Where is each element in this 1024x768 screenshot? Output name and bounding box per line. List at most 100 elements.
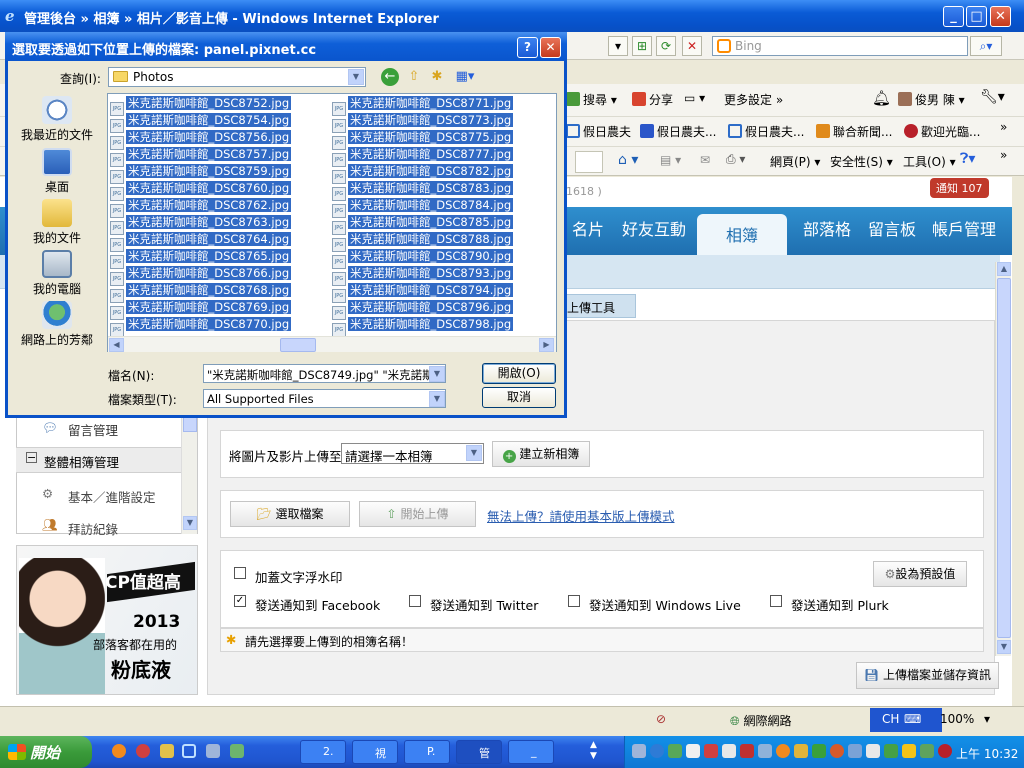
page-scrollbar[interactable]: ▲ ▼ <box>995 262 1011 656</box>
file-item[interactable]: JPG 米克諾斯咖啡館_DSC8798.jpg <box>332 316 514 337</box>
tray-icon[interactable] <box>938 744 952 758</box>
file-item[interactable]: JPG 米克諾斯咖啡館_DSC8768.jpg <box>110 282 292 303</box>
advertisement-banner[interactable]: CP值超高 2013 部落客都在用的 粉底液 <box>16 545 198 695</box>
zoom-level[interactable]: 100% <box>940 712 974 726</box>
file-item[interactable]: JPG 米克諾斯咖啡館_DSC8794.jpg <box>332 282 514 303</box>
task-button-ie[interactable]: 管 <box>456 740 502 764</box>
file-item[interactable]: JPG 米克諾斯咖啡館_DSC8788.jpg <box>332 231 514 252</box>
tab-account[interactable]: 帳戶管理 <box>932 216 996 240</box>
tray-icon[interactable] <box>866 744 880 758</box>
scroll-right-icon[interactable]: ▶ <box>539 338 554 352</box>
quicklaunch-icon-1[interactable] <box>112 744 126 758</box>
toolbar-menu-button[interactable]: ▭ ▾ <box>684 91 705 105</box>
help-icon[interactable]: ❓︎▾ <box>960 151 975 167</box>
save-upload-button[interactable]: 💾︎ 上傳檔案並儲存資訊 <box>856 662 999 689</box>
minimize-button[interactable]: _ <box>943 6 964 27</box>
dialog-close-button[interactable]: ✕ <box>540 37 561 58</box>
tab-upload-tool[interactable]: 上傳工具 <box>560 294 636 318</box>
favorite-link-1[interactable]: 假日農夫 <box>566 123 631 140</box>
safety-menu[interactable]: 安全性(S) ▾ <box>830 153 893 170</box>
collapse-icon[interactable]: − <box>26 452 37 463</box>
file-item[interactable]: JPG 米克諾斯咖啡館_DSC8756.jpg <box>110 129 292 150</box>
scroll-up-icon[interactable]: ▲ <box>997 262 1011 276</box>
scroll-thumb[interactable] <box>997 278 1011 638</box>
tray-icon[interactable] <box>740 744 754 758</box>
file-item[interactable]: JPG 米克諾斯咖啡館_DSC8777.jpg <box>332 146 514 167</box>
tray-icon[interactable] <box>776 744 790 758</box>
plurk-checkbox[interactable] <box>770 595 782 607</box>
taskbar-scroll-icon[interactable]: ▲ ▼ <box>590 740 597 762</box>
file-item[interactable]: JPG 米克諾斯咖啡館_DSC8762.jpg <box>110 197 292 218</box>
close-window-button[interactable]: ✕ <box>990 6 1011 27</box>
speaker-icon[interactable] <box>794 744 808 758</box>
chevron-down-icon[interactable]: ▼ <box>429 366 445 382</box>
look-in-select[interactable]: Photos <box>108 67 366 87</box>
file-name-input[interactable]: "米克諾斯咖啡館_DSC8749.jpg" "米克諾斯t <box>203 364 446 383</box>
task-button-2[interactable]: 視 <box>352 740 398 764</box>
file-item[interactable]: JPG 米克諾斯咖啡館_DSC8759.jpg <box>110 163 292 184</box>
file-item[interactable]: JPG 米克諾斯咖啡館_DSC8764.jpg <box>110 231 292 252</box>
file-item[interactable]: JPG 米克諾斯咖啡館_DSC8752.jpg <box>110 95 292 116</box>
tray-icon[interactable] <box>812 744 826 758</box>
favorites-overflow-icon[interactable]: » <box>1000 120 1007 134</box>
popup-blocker-icon[interactable]: ⊘ <box>656 712 666 726</box>
facebook-checkbox[interactable]: ✓ <box>234 595 246 607</box>
search-go-icon[interactable]: ⌕▾ <box>970 36 1002 56</box>
maximize-button[interactable]: □ <box>966 6 987 27</box>
sidebar-item-settings[interactable]: 基本／進階設定 <box>68 487 156 506</box>
file-item[interactable]: JPG 米克諾斯咖啡館_DSC8790.jpg <box>332 248 514 269</box>
sidebar-item-comments[interactable]: 留言管理 <box>68 420 118 439</box>
address-dropdown-icon[interactable]: ▾ <box>608 36 628 56</box>
language-indicator[interactable]: CH <box>882 712 899 726</box>
search-toolbar-button[interactable]: 搜尋 ▾ <box>566 91 617 108</box>
compat-view-icon[interactable]: ⊞ <box>632 36 652 56</box>
create-album-button[interactable]: + 建立新相簿 <box>492 441 590 467</box>
open-button[interactable]: 開啟(O) <box>482 363 556 384</box>
basic-upload-mode-link[interactable]: 無法上傳？請使用基本版上傳模式 <box>487 506 675 525</box>
album-select[interactable]: 請選擇一本相簿 ▼ <box>341 443 484 464</box>
search-input[interactable]: Bing <box>712 36 968 56</box>
page-menu[interactable]: 網頁(P) ▾ <box>770 153 820 170</box>
tray-icon[interactable] <box>650 744 664 758</box>
sidebar-scrollbar[interactable]: ▼ <box>181 410 197 534</box>
favorite-link-2[interactable]: 假日農夫... <box>640 123 716 140</box>
command-overflow-icon[interactable]: » <box>1000 148 1007 162</box>
new-folder-icon[interactable]: ✱ <box>428 68 446 86</box>
file-item[interactable]: JPG 米克諾斯咖啡館_DSC8793.jpg <box>332 265 514 286</box>
mail-icon[interactable]: ✉ <box>700 153 710 167</box>
file-item[interactable]: JPG 米克諾斯咖啡館_DSC8771.jpg <box>332 95 514 116</box>
file-item[interactable]: JPG 米克諾斯咖啡館_DSC8785.jpg <box>332 214 514 235</box>
file-item[interactable]: JPG 米克諾斯咖啡館_DSC8775.jpg <box>332 129 514 150</box>
watermark-checkbox[interactable] <box>234 567 246 579</box>
file-item[interactable]: JPG 米克諾斯咖啡館_DSC8769.jpg <box>110 299 292 320</box>
quicklaunch-ie-icon[interactable] <box>182 744 196 758</box>
task-button-5[interactable]: _ <box>508 740 554 764</box>
up-folder-icon[interactable]: ⇧ <box>405 68 423 86</box>
chevron-down-icon[interactable]: ▼ <box>348 69 364 85</box>
tab-placeholder[interactable] <box>575 151 603 173</box>
tools-menu[interactable]: 工具(O) ▾ <box>903 153 956 170</box>
tray-icon[interactable] <box>668 744 682 758</box>
chevron-down-icon[interactable]: ▼ <box>429 391 445 407</box>
sidebar-item-visits[interactable]: 拜訪紀錄 <box>68 519 118 538</box>
network-icon[interactable] <box>920 744 934 758</box>
tray-icon[interactable] <box>884 744 898 758</box>
tab-friends[interactable]: 好友互動 <box>622 216 686 240</box>
quicklaunch-icon-3[interactable] <box>160 744 174 758</box>
zoom-dropdown-icon[interactable]: ▾ <box>984 712 990 726</box>
set-default-button[interactable]: ⚙設為預設值 <box>873 561 967 587</box>
tray-icon[interactable] <box>686 744 700 758</box>
lock-icon[interactable] <box>902 744 916 758</box>
tray-icon[interactable] <box>848 744 862 758</box>
feeds-icon[interactable]: ▤ ▾ <box>660 153 681 167</box>
cancel-button[interactable]: 取消 <box>482 387 556 408</box>
task-button-3[interactable]: P. <box>404 740 450 764</box>
favorite-link-3[interactable]: 假日農夫... <box>728 123 804 140</box>
tab-blog[interactable]: 部落格 <box>803 216 851 240</box>
sidebar-scroll-down-icon[interactable]: ▼ <box>183 516 197 530</box>
select-files-button[interactable]: 📂︎ 選取檔案 <box>230 501 350 527</box>
home-icon[interactable]: ⌂ ▾ <box>618 152 638 168</box>
refresh-icon[interactable]: ⟳ <box>656 36 676 56</box>
place-my-computer[interactable]: 我的電腦 <box>12 250 102 297</box>
bell-icon[interactable]: 🔔︎ <box>872 89 891 107</box>
